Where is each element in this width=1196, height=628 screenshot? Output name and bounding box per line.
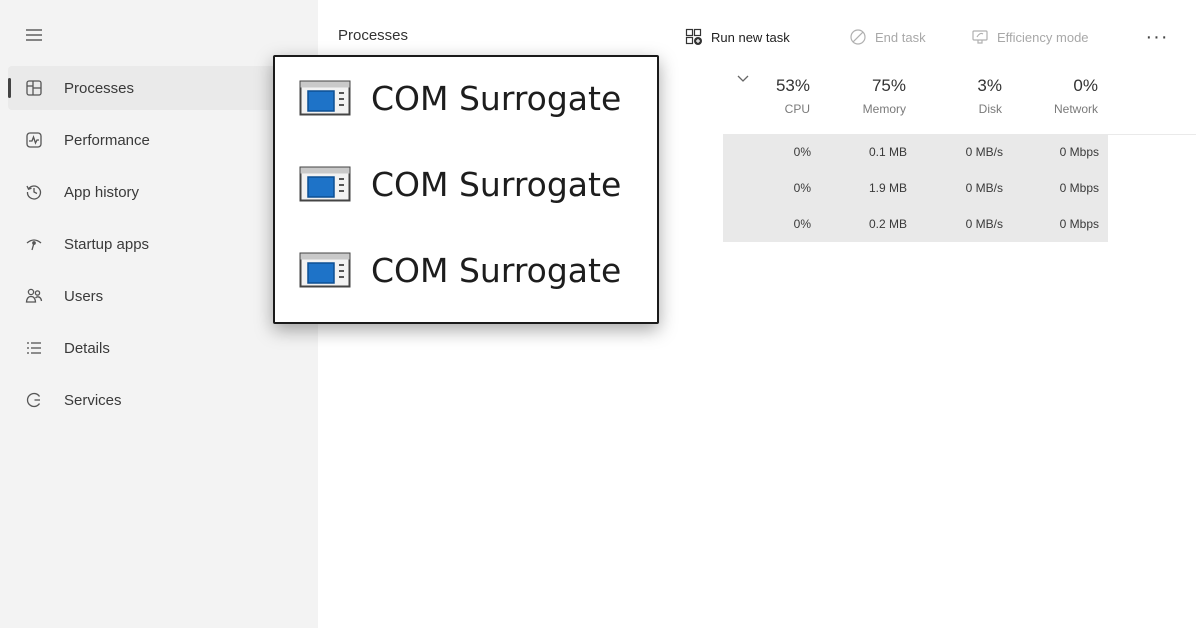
- services-icon: [22, 388, 46, 412]
- memory-cell: 0.2 MB: [868, 217, 907, 231]
- end-task-label: End task: [875, 29, 926, 45]
- network-cell: 0 Mbps: [1059, 145, 1099, 159]
- sidebar-item-label: Processes: [64, 79, 135, 97]
- process-name: COM Surrogate: [371, 164, 622, 204]
- column-header-network[interactable]: 0% Network: [1008, 76, 1098, 132]
- disk-cell: 0 MB/s: [965, 181, 1003, 195]
- column-header-disk[interactable]: 3% Disk: [912, 76, 1002, 132]
- list-item[interactable]: COM Surrogate: [299, 245, 621, 295]
- sidebar-item-label: App history: [64, 183, 140, 201]
- disk-label: Disk: [978, 102, 1002, 116]
- sidebar-item-startup-apps[interactable]: Startup apps: [8, 222, 308, 266]
- network-label: Network: [1053, 102, 1098, 116]
- network-percent: 0%: [1073, 76, 1098, 95]
- app-window-icon: [299, 252, 351, 288]
- cpu-percent: 53%: [775, 76, 810, 95]
- sidebar-item-label: Performance: [64, 131, 150, 149]
- list-item[interactable]: COM Surrogate: [299, 73, 621, 123]
- end-task-button[interactable]: End task: [848, 24, 926, 50]
- table-row[interactable]: 0% 0.2 MB 0 MB/s 0 Mbps: [723, 206, 1108, 242]
- list-item[interactable]: COM Surrogate: [299, 159, 621, 209]
- app-window-icon: [299, 166, 351, 202]
- more-options-button[interactable]: ···: [1142, 24, 1172, 50]
- column-header-memory[interactable]: 75% Memory: [816, 76, 906, 132]
- run-new-task-button[interactable]: Run new task: [684, 24, 790, 50]
- cpu-label: CPU: [784, 102, 810, 116]
- task-manager-window: Processes Performance App history Startu…: [0, 0, 1196, 628]
- network-cell: 0 Mbps: [1059, 181, 1099, 195]
- disk-percent: 3%: [977, 76, 1002, 95]
- disk-cell: 0 MB/s: [965, 217, 1003, 231]
- sidebar-item-processes[interactable]: Processes: [8, 66, 308, 110]
- cpu-cell: 0%: [793, 145, 811, 159]
- details-icon: [22, 336, 46, 360]
- sidebar-item-app-history[interactable]: App history: [8, 170, 308, 214]
- hamburger-icon[interactable]: [22, 24, 46, 46]
- memory-percent: 75%: [871, 76, 906, 95]
- disk-cell: 0 MB/s: [965, 145, 1003, 159]
- cpu-cell: 0%: [793, 181, 811, 195]
- run-new-task-label: Run new task: [711, 29, 790, 45]
- table-row[interactable]: 0% 0.1 MB 0 MB/s 0 Mbps: [723, 134, 1108, 170]
- sidebar-item-label: Users: [64, 287, 104, 305]
- process-name-popup: COM Surrogate COM Surrogate COM Surrogat…: [273, 55, 659, 324]
- history-icon: [22, 180, 46, 204]
- sidebar-item-performance[interactable]: Performance: [8, 118, 308, 162]
- memory-label: Memory: [862, 102, 906, 116]
- sidebar-item-label: Services: [64, 391, 122, 409]
- process-name: COM Surrogate: [371, 250, 622, 290]
- process-grid: 0% 0.1 MB 0 MB/s 0 Mbps 0% 1.9 MB 0 MB/s…: [723, 134, 1108, 242]
- startup-icon: [22, 232, 46, 256]
- memory-cell: 1.9 MB: [868, 181, 907, 195]
- performance-icon: [22, 128, 46, 152]
- sidebar-item-users[interactable]: Users: [8, 274, 308, 318]
- sidebar: Processes Performance App history Startu…: [0, 0, 318, 628]
- memory-cell: 0.1 MB: [868, 145, 907, 159]
- efficiency-mode-button[interactable]: Efficiency mode: [970, 24, 1089, 50]
- efficiency-mode-label: Efficiency mode: [997, 29, 1089, 45]
- cpu-cell: 0%: [793, 217, 811, 231]
- network-cell: 0 Mbps: [1059, 217, 1099, 231]
- sidebar-item-details[interactable]: Details: [8, 326, 308, 370]
- end-task-icon: [848, 27, 868, 47]
- users-icon: [22, 284, 46, 308]
- leaf-icon: [970, 27, 990, 47]
- processes-icon: [22, 76, 46, 100]
- app-window-icon: [299, 80, 351, 116]
- page-title: Processes: [338, 27, 409, 44]
- sidebar-item-label: Details: [64, 339, 110, 357]
- sidebar-item-services[interactable]: Services: [8, 378, 308, 422]
- active-indicator: [8, 78, 11, 98]
- process-name: COM Surrogate: [371, 78, 622, 118]
- table-row[interactable]: 0% 1.9 MB 0 MB/s 0 Mbps: [723, 170, 1108, 206]
- run-task-icon: [684, 27, 704, 47]
- sidebar-item-label: Startup apps: [64, 235, 150, 253]
- column-header-cpu[interactable]: 53% CPU: [720, 76, 810, 132]
